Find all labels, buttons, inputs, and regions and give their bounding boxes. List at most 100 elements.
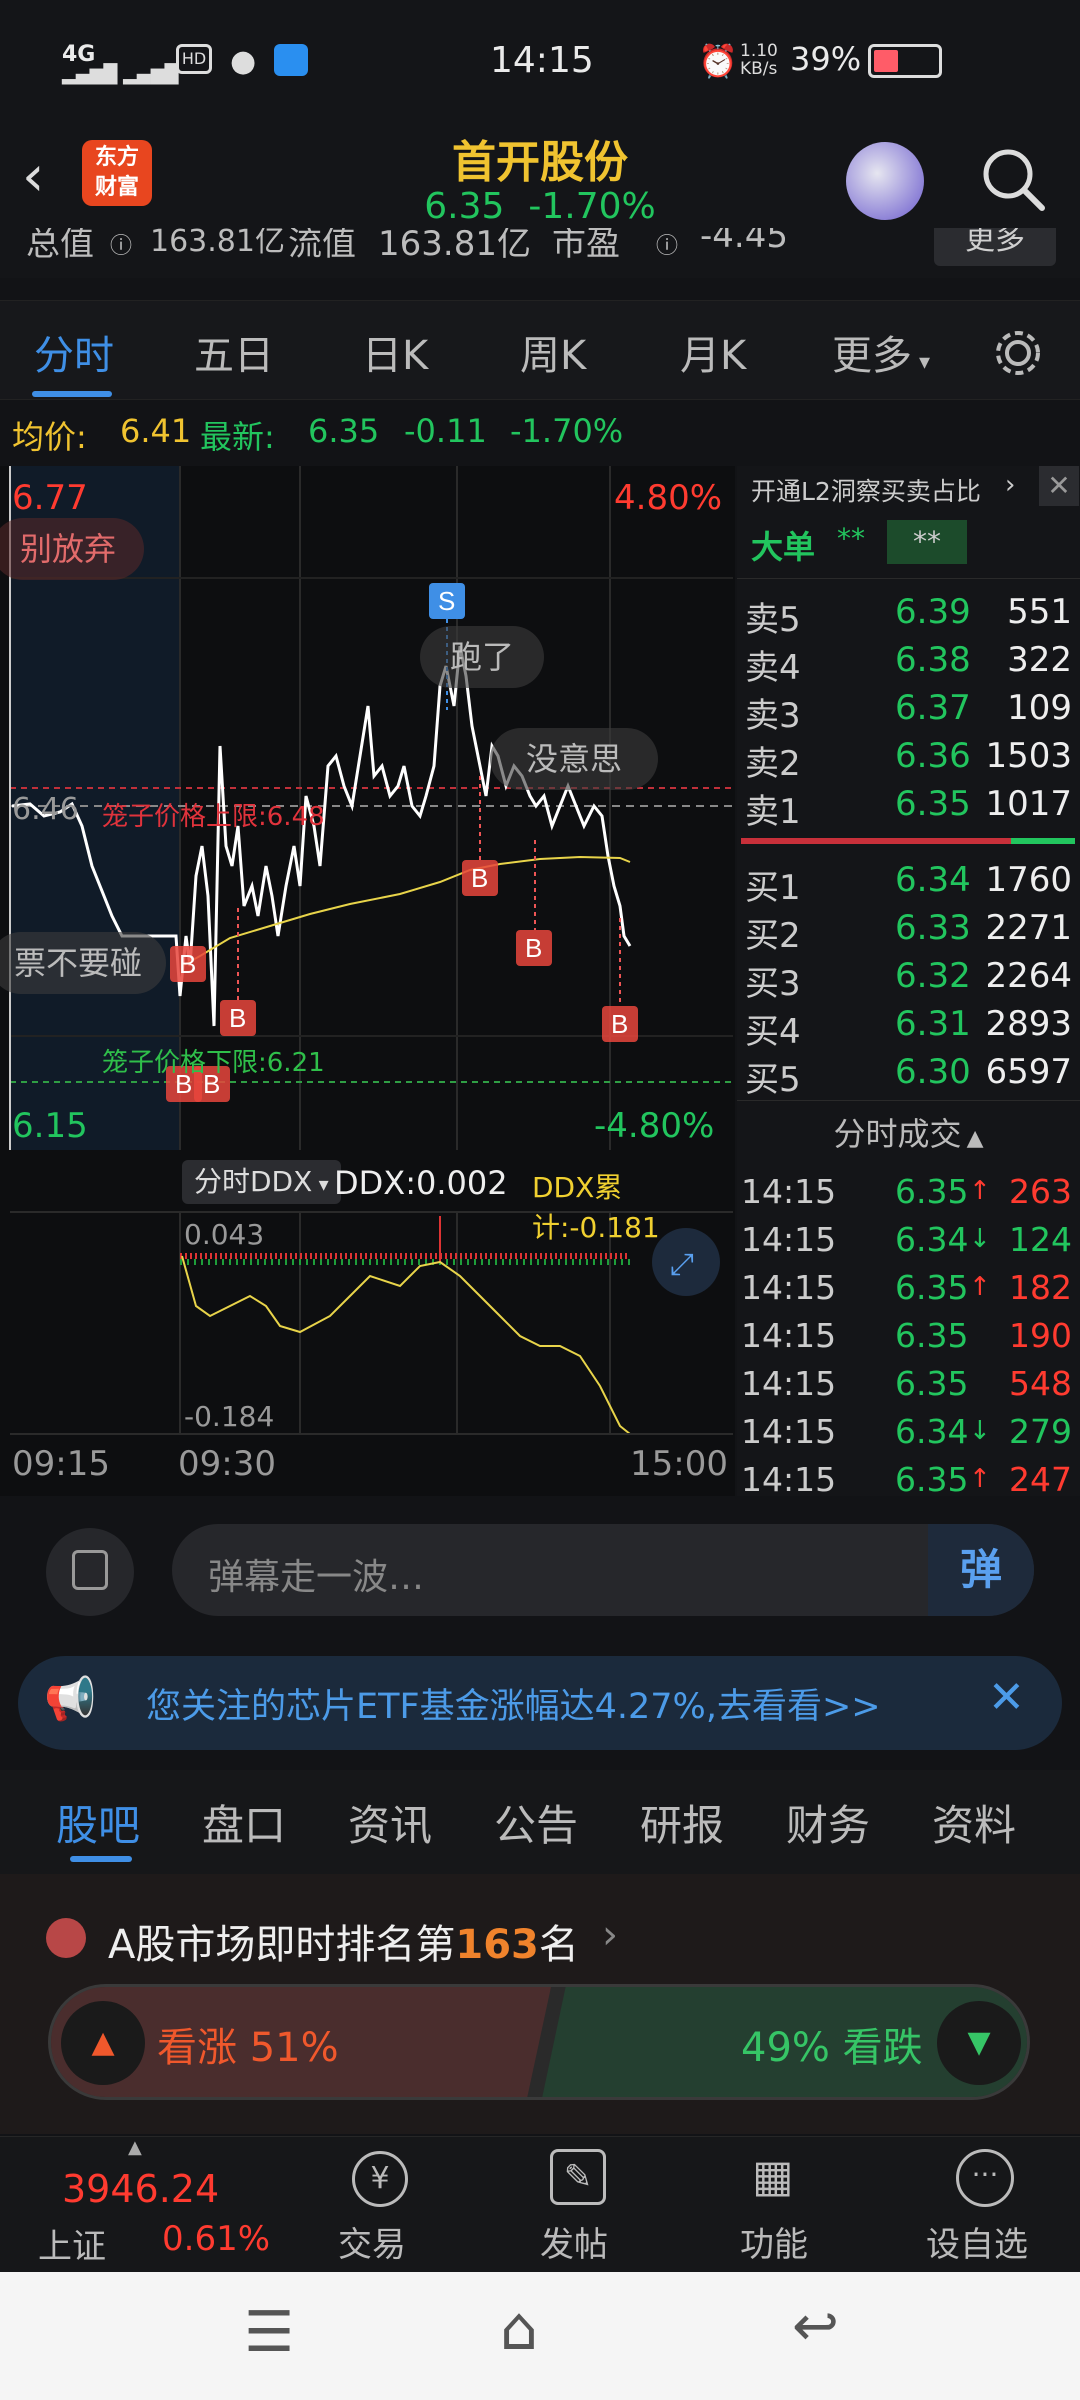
float-value: 163.81亿 xyxy=(378,228,531,264)
tab-intraday[interactable]: 分时 xyxy=(34,323,114,381)
nav-add-watchlist[interactable]: ··· 设自选 xyxy=(916,2137,1056,2273)
sell-order-row[interactable]: 卖3 6.37 109 xyxy=(737,684,1080,736)
avg-value: 6.41 xyxy=(120,412,192,450)
sell-order-row[interactable]: 卖2 6.36 1503 xyxy=(737,732,1080,784)
ddx-selector[interactable]: 分时DDX ▾ xyxy=(182,1160,341,1204)
sell-order-row[interactable]: 卖1 6.35 1017 xyxy=(737,780,1080,832)
trade-volume: 190 xyxy=(1009,1316,1072,1355)
buy-order-row[interactable]: 买4 6.31 2893 xyxy=(737,1000,1080,1052)
big-order-row: 大单 ** ** xyxy=(737,514,1080,570)
buy-order-row[interactable]: 买1 6.34 1760 xyxy=(737,856,1080,908)
tab-five-day[interactable]: 五日 xyxy=(194,323,274,381)
float-value-label: 流值 xyxy=(288,228,356,264)
trade-price: 6.35 xyxy=(895,1172,969,1211)
buy-pressure-bar xyxy=(1011,838,1075,844)
avg-label: 均价: xyxy=(12,418,87,456)
order-volume: 1503 xyxy=(985,736,1072,776)
order-level-label: 买3 xyxy=(745,964,801,1004)
buy-marker: B xyxy=(602,918,638,1042)
robot-assistant-icon[interactable] xyxy=(846,142,924,220)
time-axis-open: 09:30 xyxy=(178,1444,276,1484)
trade-price: 6.34 xyxy=(895,1412,969,1451)
tab-research[interactable]: 研报 xyxy=(640,1792,724,1853)
index-ticker[interactable]: ▲ 3946.24 上证 0.61% xyxy=(24,2137,284,2273)
trades-header[interactable]: 分时成交 ▲ xyxy=(737,1106,1080,1162)
tab-finance[interactable]: 财务 xyxy=(786,1792,870,1853)
order-volume: 551 xyxy=(1007,592,1072,632)
megaphone-icon: 📢 xyxy=(44,1674,97,1723)
notice-banner[interactable]: 📢 您关注的芯片ETF基金涨幅达4.27%,去看看>> ✕ xyxy=(18,1656,1062,1750)
bullish-label: 看涨 51% xyxy=(157,2025,339,2071)
tab-news[interactable]: 资讯 xyxy=(348,1792,432,1853)
avg-price-line xyxy=(181,855,631,967)
danmaku-bubble: 票不要碰 xyxy=(0,932,167,994)
buy-order-row[interactable]: 买3 6.32 2264 xyxy=(737,952,1080,1004)
latest-change: -0.11 xyxy=(404,412,487,450)
alarm-icon: ⏰ xyxy=(698,42,738,80)
tab-daily-k[interactable]: 日K xyxy=(362,323,428,381)
danmaku-bar: 弹幕走一波… 弹 xyxy=(0,1500,1080,1630)
sell-order-row[interactable]: 卖4 6.38 322 xyxy=(737,636,1080,688)
order-level-label: 卖3 xyxy=(745,696,801,736)
buy-order-row[interactable]: 买5 6.30 6597 xyxy=(737,1048,1080,1100)
home-icon[interactable]: ⌂ xyxy=(500,2294,538,2364)
price-summary-line: 均价: 6.41 最新: 6.35 -0.11 -1.70% xyxy=(0,408,740,460)
bottom-nav: ▲ 3946.24 上证 0.61% ¥ 交易 ✎ 发帖 ▦ 功能 ··· 设自… xyxy=(0,2136,1080,2272)
tab-pankou[interactable]: 盘口 xyxy=(202,1792,286,1853)
intraday-chart[interactable]: S B B B B B B B ⤢ 6.77 4.80% 6.15 -4.80%… xyxy=(0,466,735,1496)
nav-trade-label: 交易 xyxy=(338,2225,406,2265)
pe-info-icon[interactable]: ⓘ xyxy=(656,228,678,260)
time-axis-start: 09:15 xyxy=(12,1444,110,1484)
tab-weekly-k[interactable]: 周K xyxy=(520,323,586,381)
order-price: 6.36 xyxy=(895,736,971,776)
notice-close-icon[interactable]: ✕ xyxy=(988,1672,1025,1723)
more-dots-icon: ··· xyxy=(956,2149,1014,2207)
buy-marker: B xyxy=(220,908,256,1036)
trade-time: 14:15 xyxy=(741,1364,837,1403)
ddx-cumulative: DDX累计:-0.181 xyxy=(532,1171,660,1244)
bearish-label: 49% 看跌 xyxy=(741,2025,923,2071)
trade-price: 6.35 xyxy=(895,1364,969,1403)
l2-upsell[interactable]: 开通L2洞察买卖占比 › ✕ xyxy=(737,466,1080,508)
buy-order-row[interactable]: 买2 6.33 2271 xyxy=(737,904,1080,956)
ddx-axis-bottom: -0.184 xyxy=(184,1400,275,1433)
menu-icon[interactable]: ☰ xyxy=(244,2300,294,2365)
nav-post[interactable]: ✎ 发帖 xyxy=(518,2137,638,2273)
order-price: 6.31 xyxy=(895,1004,971,1044)
trade-volume: 247 xyxy=(1009,1460,1072,1499)
latest-change-pct: -1.70% xyxy=(510,412,624,450)
more-metrics-button[interactable]: 更多 xyxy=(934,228,1056,266)
danmaku-settings-button[interactable] xyxy=(46,1528,134,1616)
info-icon[interactable]: ⓘ xyxy=(110,228,132,260)
nav-post-label: 发帖 xyxy=(540,2225,608,2265)
ddx-axis-top: 0.043 xyxy=(184,1218,265,1251)
message-icon: ● xyxy=(230,44,257,79)
tab-monthly-k[interactable]: 月K xyxy=(680,323,746,381)
sell-order-row[interactable]: 卖5 6.39 551 xyxy=(737,588,1080,640)
bullish-arrow-icon[interactable]: ▲ xyxy=(61,2001,145,2085)
close-icon[interactable]: ✕ xyxy=(1039,466,1079,506)
danmaku-input[interactable]: 弹幕走一波… 弹 xyxy=(172,1524,1034,1616)
danmaku-placeholder: 弹幕走一波… xyxy=(208,1557,425,1598)
settings-gear-icon[interactable] xyxy=(990,325,1046,381)
trade-row: 14:15 6.34 ↓ 279 xyxy=(737,1408,1080,1456)
order-book-panel: 开通L2洞察买卖占比 › ✕ 大单 ** ** 卖5 6.39 551 卖4 6.38 3… xyxy=(737,466,1080,1499)
danmaku-toggle-button[interactable]: 弹 xyxy=(928,1524,1034,1616)
tab-announcements[interactable]: 公告 xyxy=(494,1792,578,1853)
danmaku-settings-icon xyxy=(72,1550,108,1590)
order-volume: 2271 xyxy=(985,908,1072,948)
nav-trade[interactable]: ¥ 交易 xyxy=(316,2137,436,2273)
back-nav-icon[interactable]: ↩ xyxy=(792,2294,839,2359)
bearish-arrow-icon[interactable]: ▼ xyxy=(937,2001,1021,2085)
svg-text:S: S xyxy=(438,586,455,616)
tab-more[interactable]: 更多 ▾ xyxy=(832,323,930,381)
nav-functions[interactable]: ▦ 功能 xyxy=(718,2137,838,2273)
active-tab-indicator xyxy=(70,1856,132,1862)
tab-guba[interactable]: 股吧 xyxy=(56,1792,140,1853)
trade-time: 14:15 xyxy=(741,1412,837,1451)
tab-profile[interactable]: 资料 xyxy=(932,1792,1016,1853)
search-icon[interactable] xyxy=(980,146,1048,214)
trade-direction-icon: ↑ xyxy=(969,1464,991,1494)
hd-icon: HD xyxy=(176,44,212,74)
order-level-label: 卖4 xyxy=(745,648,801,688)
